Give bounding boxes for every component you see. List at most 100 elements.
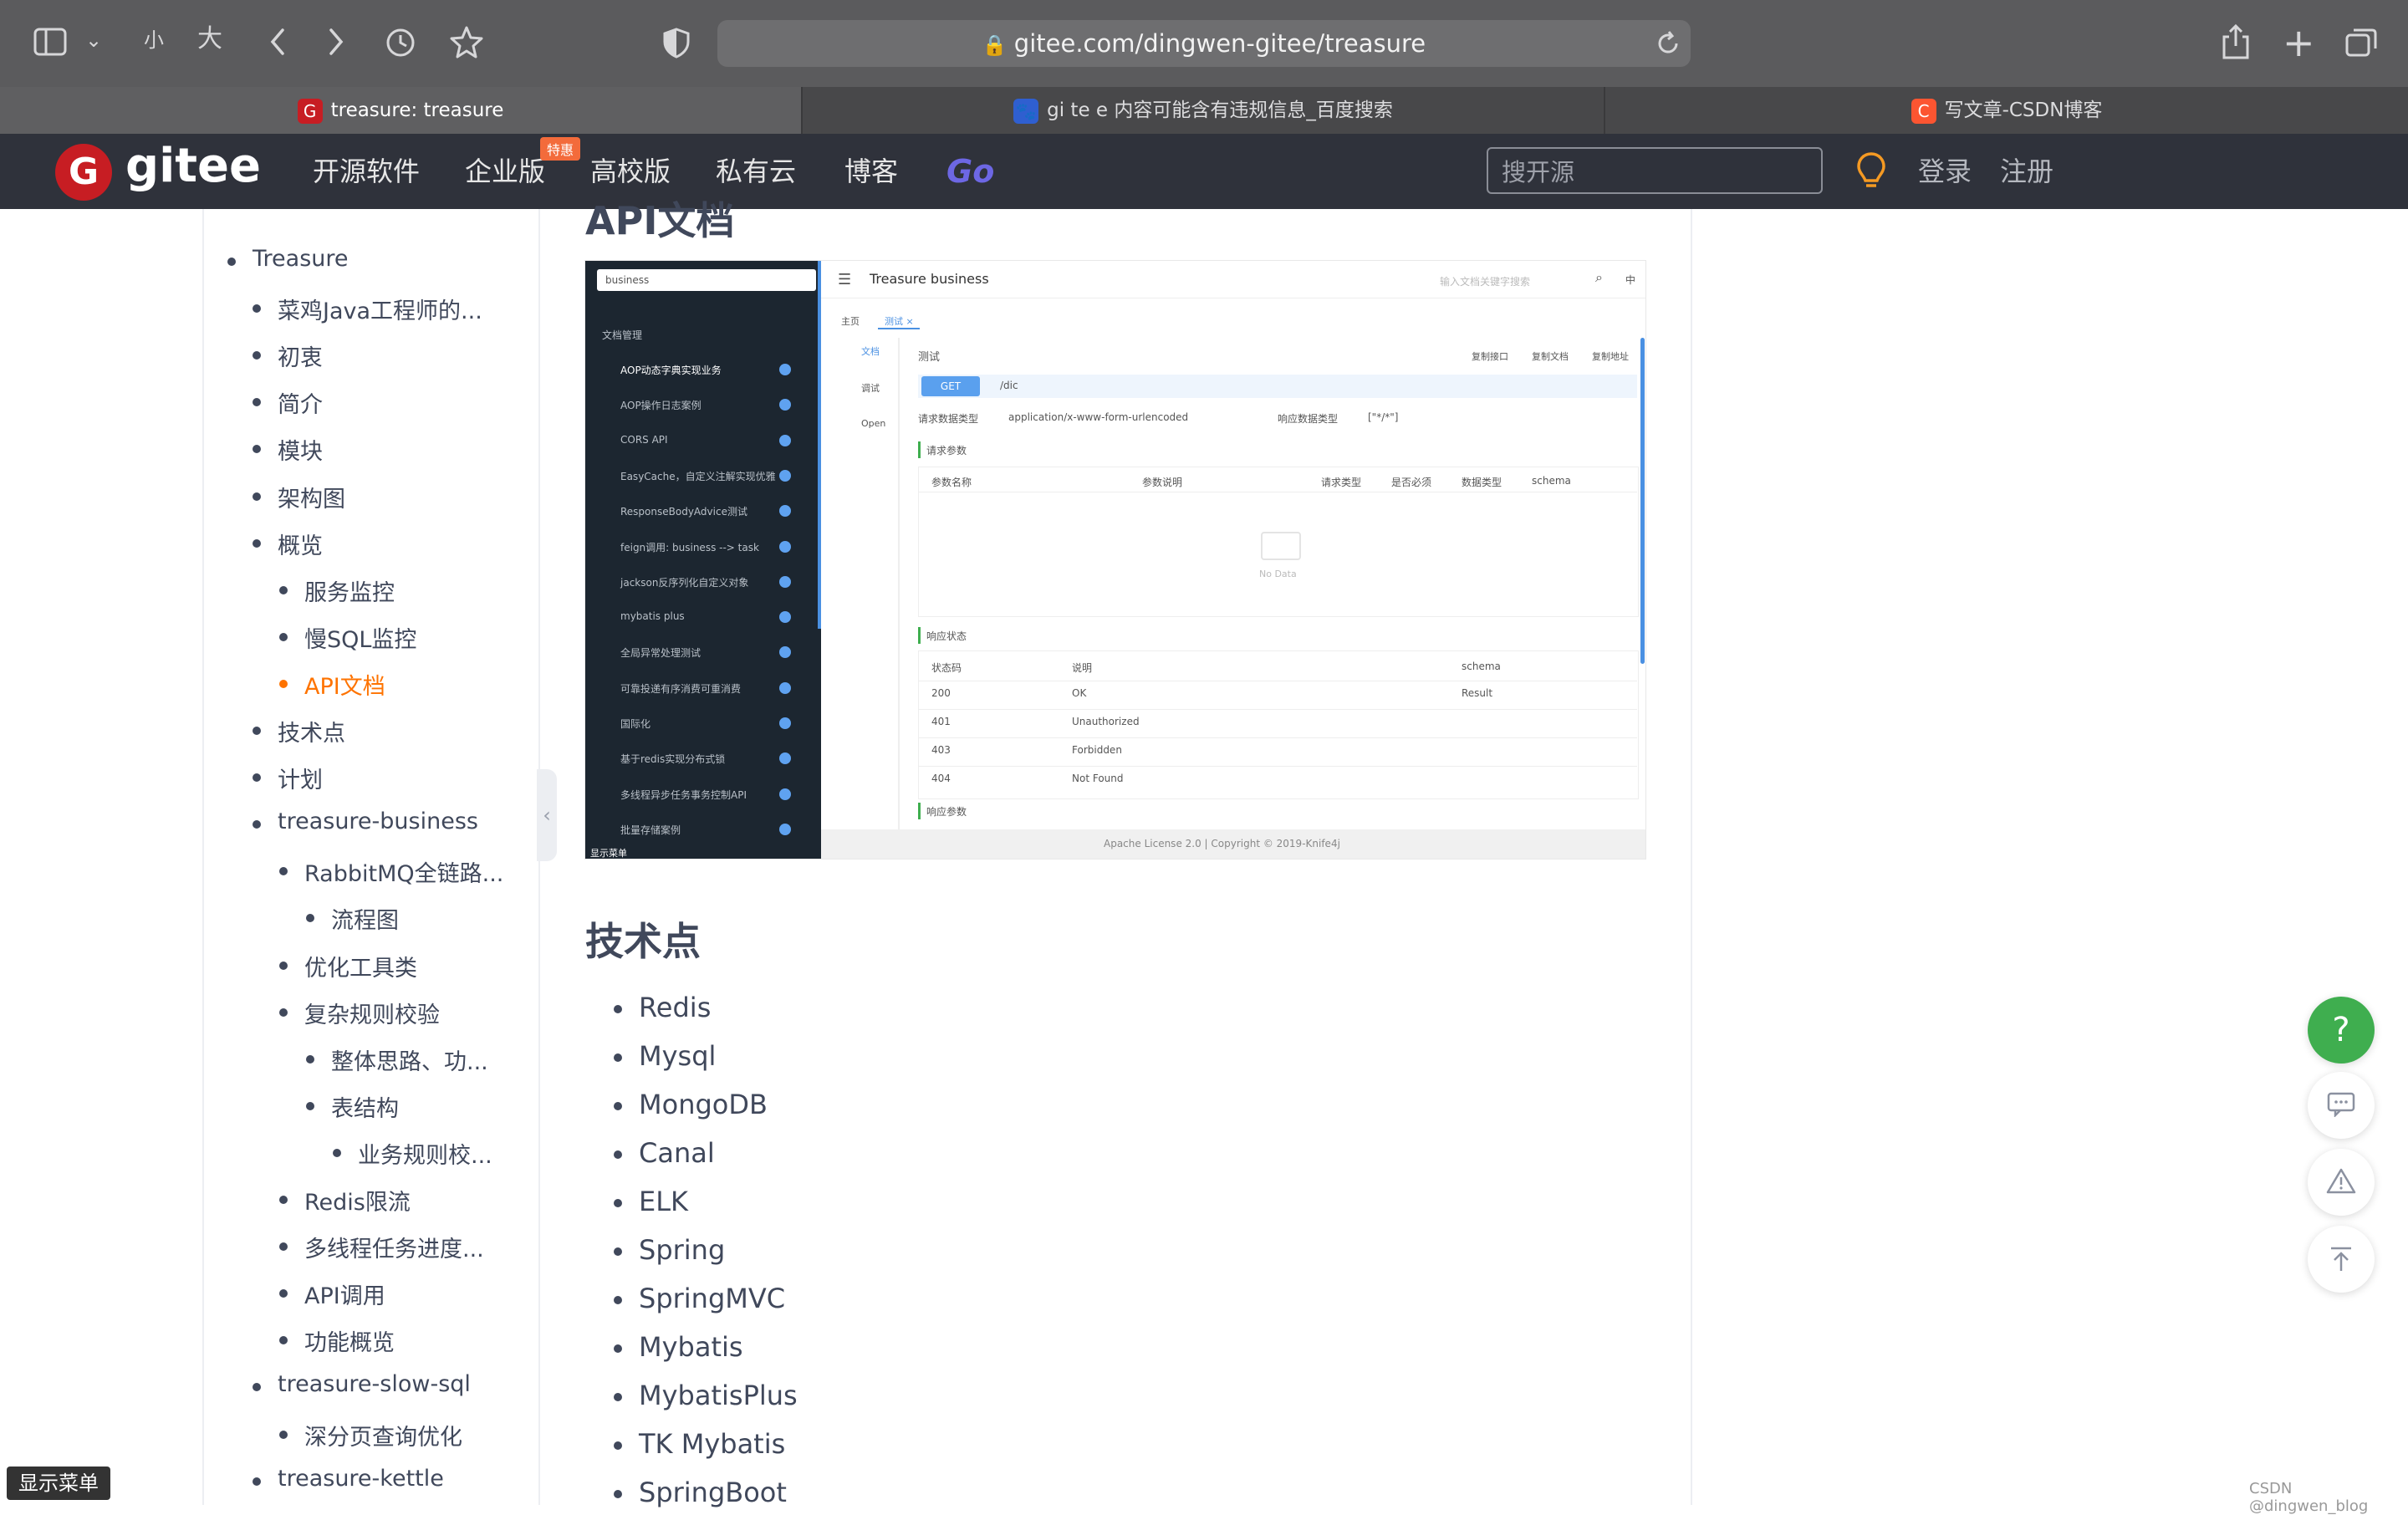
search-input[interactable]: 搜开源	[1487, 147, 1823, 194]
status-cell: 403	[931, 744, 951, 756]
bullet-icon	[614, 1344, 622, 1353]
lang-toggle[interactable]: 中	[1625, 273, 1635, 287]
register-link[interactable]: 注册	[2000, 134, 2053, 209]
new-tab-icon[interactable]: +	[2283, 23, 2315, 62]
forward-icon[interactable]	[326, 27, 346, 63]
toc-item[interactable]: treasure-slow-sql	[253, 1371, 471, 1397]
api-group-item[interactable]: AOP动态字典实现业务	[620, 363, 722, 377]
show-menu-button[interactable]: 显示菜单	[7, 1467, 110, 1500]
side-doc[interactable]: 文档	[861, 344, 880, 358]
toc-item[interactable]: Treasure	[227, 246, 349, 272]
toc-item[interactable]: 流程图	[306, 902, 399, 935]
doc-title: Treasure business	[870, 271, 989, 287]
content-scrollbar[interactable]	[1640, 338, 1645, 664]
divider	[898, 338, 900, 856]
toc-item[interactable]: 业务规则校...	[333, 1137, 492, 1170]
nav-blog[interactable]: 博客	[844, 134, 898, 209]
toc-item[interactable]: 优化工具类	[279, 950, 417, 982]
api-group-item[interactable]: 基于redis实现分布式锁	[620, 752, 725, 766]
back-icon[interactable]	[268, 27, 288, 63]
api-group-item[interactable]: AOP操作日志案例	[620, 398, 701, 412]
api-group-item[interactable]: mybatis plus	[620, 610, 685, 622]
toc-item[interactable]: 服务监控	[279, 574, 395, 607]
tab-overview-icon[interactable]	[2344, 27, 2378, 64]
api-group-item[interactable]: 多线程异步任务事务控制API	[620, 788, 747, 802]
report-button[interactable]	[2308, 1149, 2375, 1216]
toc-item[interactable]: 深分页查询优化	[279, 1419, 462, 1451]
browser-tab-1[interactable]: Gtreasure: treasure	[0, 87, 801, 134]
doc-search[interactable]: 输入文档关键字搜索	[1440, 274, 1530, 288]
toc-item[interactable]: 菜鸡Java工程师的...	[253, 293, 482, 325]
toc-item[interactable]: 功能概览	[279, 1324, 395, 1357]
history-icon[interactable]	[385, 27, 416, 64]
toc-item[interactable]: Redis限流	[279, 1184, 411, 1217]
baidu-favicon-icon: 🐾	[1013, 98, 1039, 124]
api-group-item[interactable]: 国际化	[620, 717, 650, 731]
toc-item[interactable]: 概览	[253, 528, 323, 560]
toc-item[interactable]: 多线程任务进度...	[279, 1231, 484, 1263]
copy-doc[interactable]: 复制文档	[1532, 349, 1569, 363]
share-icon[interactable]	[2221, 23, 2251, 66]
api-group-item[interactable]: 批量存储案例	[620, 823, 681, 837]
sidebar-scrollbar[interactable]	[818, 261, 821, 629]
api-group-label: 基于redis实现分布式锁	[620, 753, 726, 766]
copy-addr[interactable]: 复制地址	[1592, 349, 1629, 363]
toc-item[interactable]: API文档	[279, 668, 385, 701]
browser-tab-2[interactable]: 🐾 gi te e 内容可能含有违规信息_百度搜索	[803, 87, 1604, 134]
api-group-item[interactable]: feign调用: business --> task	[620, 540, 759, 554]
show-menu-mini[interactable]: 显示菜单	[590, 846, 627, 859]
gitee-logo-text[interactable]: gitee	[125, 139, 261, 193]
tech-item: TK Mybatis	[614, 1428, 785, 1460]
tab-home[interactable]: 主页	[841, 314, 860, 328]
toc-item[interactable]: RabbitMQ全链路...	[279, 855, 503, 888]
gitee-logo-icon[interactable]: G	[55, 144, 112, 201]
tech-item: SpringBoot	[614, 1477, 787, 1508]
toc-item[interactable]: 初衷	[253, 339, 323, 372]
api-group-item[interactable]: CORS API	[620, 434, 668, 446]
toc-item[interactable]: 模块	[253, 433, 323, 466]
side-open[interactable]: Open	[861, 418, 885, 429]
back-to-top-button[interactable]	[2308, 1226, 2375, 1293]
privacy-shield-icon[interactable]	[662, 27, 691, 64]
api-group-item[interactable]: 全局异常处理测试	[620, 645, 701, 660]
api-group-item[interactable]: 可靠投递有序消费可重消费	[620, 681, 741, 696]
text-small-button[interactable]: 小	[144, 30, 164, 50]
tab-test[interactable]: 测试 ×	[885, 314, 914, 328]
lightbulb-icon[interactable]	[1854, 150, 1888, 196]
star-icon[interactable]	[450, 25, 483, 64]
toc-item[interactable]: 技术点	[253, 715, 345, 747]
toc-item[interactable]: treasure-kettle	[253, 1466, 444, 1492]
api-group-item[interactable]: EasyCache，自定义注解实现优雅	[620, 469, 776, 483]
toc-item[interactable]: 简介	[253, 386, 323, 419]
toc-item[interactable]: 架构图	[253, 481, 345, 513]
toc-item[interactable]: API调用	[279, 1278, 385, 1310]
reload-icon[interactable]	[1656, 30, 1681, 60]
address-bar[interactable]: 🔒 gitee.com/dingwen-gitee/treasure	[717, 20, 1691, 67]
nav-open-source[interactable]: 开源软件	[313, 134, 420, 209]
browser-tab-3[interactable]: C 写文章-CSDN博客	[1605, 87, 2408, 134]
toc-item[interactable]: 表结构	[306, 1090, 399, 1123]
collapse-sidebar-handle[interactable]: ‹	[537, 769, 557, 861]
login-link[interactable]: 登录	[1918, 134, 1972, 209]
toc-item[interactable]: 复杂规则校验	[279, 997, 440, 1029]
nav-go[interactable]: Go	[946, 134, 994, 209]
help-button[interactable]: ?	[2308, 997, 2375, 1064]
toc-item[interactable]: 计划	[253, 762, 323, 794]
toc-item[interactable]: treasure-business	[253, 809, 478, 834]
api-group-item[interactable]: jackson反序列化自定义对象	[620, 575, 748, 589]
sidebar-toggle-icon[interactable]	[33, 27, 67, 63]
text-large-button[interactable]: 大	[197, 27, 222, 52]
api-group-item[interactable]: ResponseBodyAdvice测试	[620, 504, 747, 518]
copy-api[interactable]: 复制接口	[1472, 349, 1508, 363]
feedback-button[interactable]	[2308, 1072, 2375, 1139]
side-debug[interactable]: 调试	[861, 381, 880, 395]
menu-doc-manage[interactable]: 文档管理	[602, 328, 642, 342]
chevron-down-icon[interactable]: ⌄	[85, 30, 102, 50]
search-icon[interactable]: ⌕	[1595, 269, 1603, 286]
tech-item: Mysql	[614, 1040, 716, 1072]
toc-item[interactable]: 慢SQL监控	[279, 621, 416, 654]
toc-item[interactable]: 整体思路、功...	[306, 1043, 488, 1076]
menu-icon[interactable]: ☰	[838, 271, 851, 288]
group-select[interactable]: business	[597, 269, 816, 291]
nav-enterprise[interactable]: 企业版	[465, 134, 545, 209]
